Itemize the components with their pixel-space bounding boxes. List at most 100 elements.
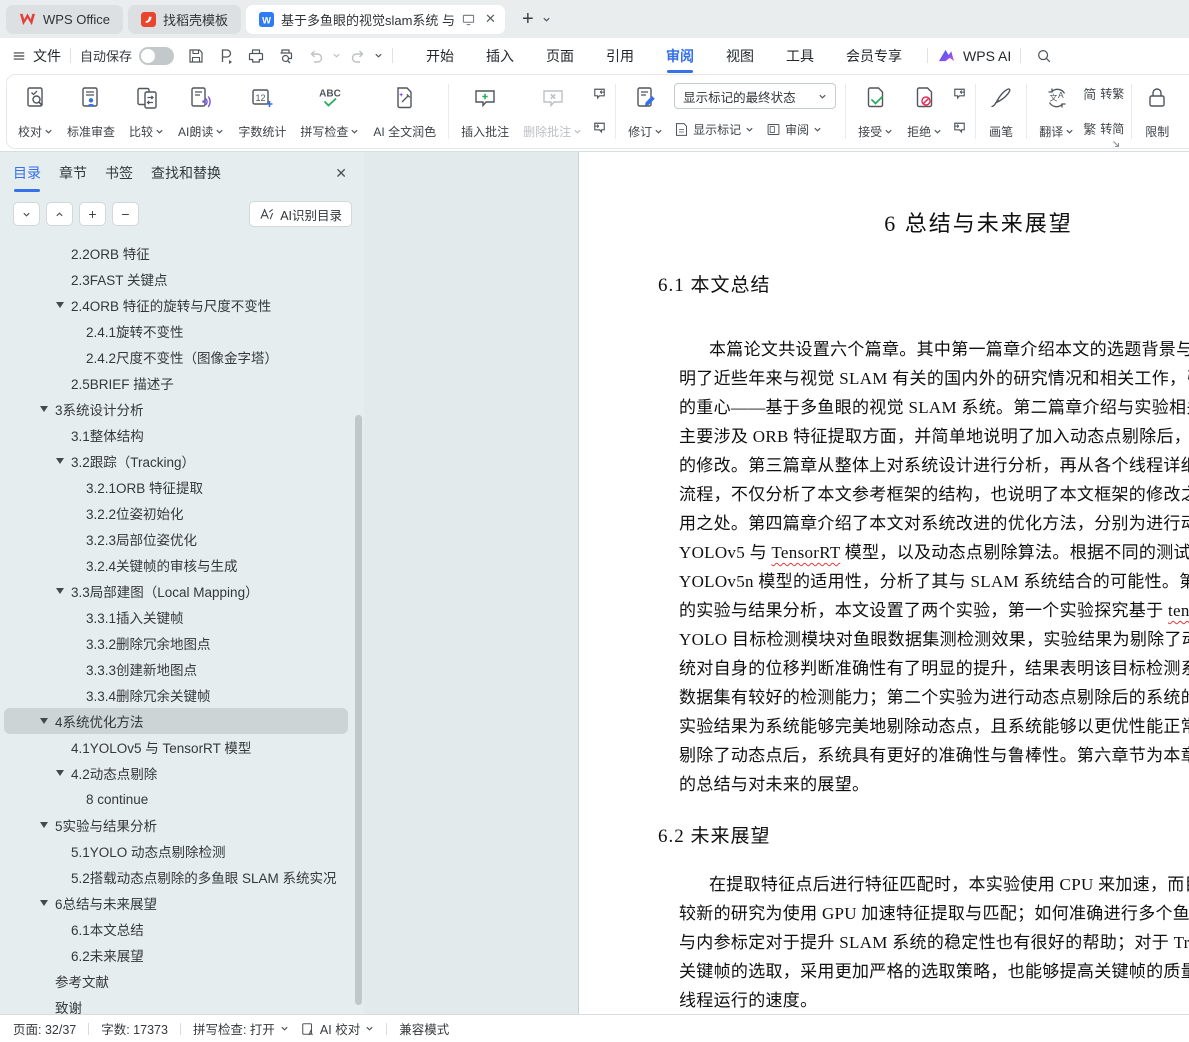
toc-item[interactable]: 3.2跟踪（Tracking） (4, 448, 348, 474)
export-pdf-button[interactable] (212, 43, 239, 68)
collapse-all-button[interactable]: − (112, 202, 139, 226)
toc-item[interactable]: 6.2未来展望 (4, 942, 348, 968)
show-markup-button[interactable]: 显示标记 (674, 121, 754, 138)
toc-item[interactable]: 4.1YOLOv5 与 TensorRT 模型 (4, 734, 348, 760)
wps-ai-button[interactable]: WPS AI (937, 47, 1011, 64)
ribbon-button-ai-read[interactable]: AI朗读 (171, 80, 231, 143)
toc-item[interactable]: 3.3.2删除冗余地图点 (4, 630, 348, 656)
toc-item[interactable]: 3.3局部建图（Local Mapping） (4, 578, 348, 604)
toc-item[interactable]: 5实验与结果分析 (4, 812, 348, 838)
undo-button[interactable] (302, 43, 329, 68)
toc-item[interactable]: 4.2动态点剔除 (4, 760, 348, 786)
previous-change-button[interactable] (951, 85, 968, 102)
toc-item[interactable]: 3.2.4关键帧的审核与生成 (4, 552, 348, 578)
translate-button[interactable]: 文A 翻译 (1032, 80, 1081, 143)
tab-wps-office[interactable]: WPS Office (6, 5, 123, 34)
monitor-icon[interactable] (462, 13, 475, 26)
toc-item[interactable]: 2.4.1旋转不变性 (4, 318, 348, 344)
track-changes-button[interactable]: 修订 (621, 80, 670, 143)
menubar-item[interactable]: 会员专享 (830, 38, 918, 73)
delete-comment-button[interactable]: 删除批注 (516, 80, 589, 143)
toc-item[interactable]: 3系统设计分析 (4, 396, 348, 422)
toc-item[interactable]: 3.2.2位姿初始化 (4, 500, 348, 526)
toc-item[interactable]: 参考文献 (4, 968, 348, 994)
ribbon-button-proofread[interactable]: 校对 (11, 80, 60, 143)
menubar-item[interactable]: 视图 (710, 38, 770, 73)
tab-list-chevron-icon[interactable] (542, 15, 551, 24)
close-pane-icon[interactable]: ✕ (335, 165, 347, 182)
collapse-arrow-icon[interactable] (40, 718, 55, 724)
ribbon-button-word-count[interactable]: 12字数统计 (231, 80, 293, 143)
file-menu-button[interactable]: 文件 (12, 46, 61, 66)
ribbon-button-standard-review[interactable]: 标准审查 (60, 80, 122, 143)
close-tab-icon[interactable]: ✕ (485, 11, 496, 27)
spellcheck-status[interactable]: 拼写检查: 打开 (193, 1019, 289, 1038)
ribbon-button-ai-polish[interactable]: AI 全文润色 (366, 80, 443, 143)
markup-state-select[interactable]: 显示标记的最终状态 (674, 83, 836, 109)
toc-item[interactable]: 2.5BRIEF 描述子 (4, 370, 348, 396)
menubar-item[interactable]: 页面 (530, 38, 590, 73)
menubar-item[interactable]: 引用 (590, 38, 650, 73)
toc-item[interactable]: 2.2ORB 特征 (4, 240, 348, 266)
ribbon-button-spellcheck[interactable]: ABC拼写检查 (293, 80, 366, 143)
undo-chevron-icon[interactable] (332, 51, 341, 60)
page-indicator[interactable]: 页面: 32/37 (13, 1019, 76, 1038)
menubar-item[interactable]: 插入 (470, 38, 530, 73)
to-simplified-button[interactable]: 繁 转简 (1083, 119, 1124, 138)
ai-recognize-toc-button[interactable]: AI识别目录 (249, 201, 352, 227)
accept-button[interactable]: 接受 (851, 80, 900, 143)
toc-item[interactable]: 6总结与未来展望 (4, 890, 348, 916)
collapse-arrow-icon[interactable] (40, 406, 55, 412)
previous-comment-button[interactable] (591, 85, 608, 102)
tab-docer-templates[interactable]: 找稻壳模板 (128, 5, 241, 34)
print-button[interactable] (242, 43, 269, 68)
toc-item[interactable]: 3.1整体结构 (4, 422, 348, 448)
toc-item[interactable]: 2.3FAST 关键点 (4, 266, 348, 292)
toc-item[interactable]: 4系统优化方法 (4, 708, 348, 734)
toc-item[interactable]: 2.4.2尺度不变性（图像金字塔） (4, 344, 348, 370)
collapse-arrow-icon[interactable] (56, 588, 71, 594)
menubar-item[interactable]: 工具 (770, 38, 830, 73)
insert-comment-button[interactable]: 插入批注 (454, 80, 516, 143)
save-button[interactable] (182, 43, 209, 68)
sidebar-scrollbar[interactable] (355, 415, 362, 1005)
pane-tab[interactable]: 书签 (105, 163, 133, 192)
print-preview-button[interactable] (272, 43, 299, 68)
toc-item[interactable]: 3.3.3创建新地图点 (4, 656, 348, 682)
next-change-button[interactable] (951, 119, 968, 136)
reject-button[interactable]: 拒绝 (900, 80, 949, 143)
toc-item[interactable]: 2.4ORB 特征的旋转与尺度不变性 (4, 292, 348, 318)
ai-proof-status[interactable]: AI 校对 (301, 1019, 374, 1038)
toc-item[interactable]: 3.2.1ORB 特征提取 (4, 474, 348, 500)
pane-tab[interactable]: 查找和替换 (151, 163, 221, 192)
toc-item[interactable]: 8 continue (4, 786, 348, 812)
toc-item[interactable]: 5.2搭载动态点剔除的多鱼眼 SLAM 系统实况 (4, 864, 348, 890)
redo-button[interactable] (344, 43, 371, 68)
document-page[interactable]: 6 总结与未来展望 6.1 本文总结本篇论文共设置六个篇章。其中第一篇章介绍本文… (578, 152, 1189, 1014)
pane-tab[interactable]: 目录 (13, 163, 41, 192)
quickbar-more-chevron-icon[interactable] (374, 51, 383, 60)
toc-item[interactable]: 3.3.4删除冗余关键帧 (4, 682, 348, 708)
collapse-arrow-icon[interactable] (40, 900, 55, 906)
previous-heading-button[interactable] (46, 202, 73, 226)
menubar-item[interactable]: 审阅 (650, 38, 710, 73)
word-count-indicator[interactable]: 字数: 17373 (101, 1019, 168, 1038)
pane-tab[interactable]: 章节 (59, 163, 87, 192)
dialog-launcher-icon[interactable] (1111, 139, 1121, 149)
brush-button[interactable]: 画笔 (981, 80, 1021, 143)
collapse-arrow-icon[interactable] (56, 770, 71, 776)
ribbon-button-compare[interactable]: 比较 (122, 80, 171, 143)
new-tab-button[interactable]: + (522, 9, 534, 29)
search-icon[interactable] (1030, 43, 1057, 68)
autosave-toggle[interactable] (139, 47, 174, 65)
restrict-edit-button[interactable]: 限制 (1137, 80, 1177, 143)
collapse-arrow-icon[interactable] (56, 458, 71, 464)
toc-item[interactable]: 3.2.3局部位姿优化 (4, 526, 348, 552)
collapse-arrow-icon[interactable] (40, 822, 55, 828)
expand-all-button[interactable]: + (79, 202, 106, 226)
tab-document-active[interactable]: W 基于多鱼眼的视觉slam系统 与 ✕ (246, 5, 505, 34)
to-traditional-button[interactable]: 简 转繁 (1083, 84, 1124, 103)
toc-item[interactable]: 5.1YOLO 动态点剔除检测 (4, 838, 348, 864)
collapse-arrow-icon[interactable] (56, 302, 71, 308)
next-comment-button[interactable] (591, 119, 608, 136)
